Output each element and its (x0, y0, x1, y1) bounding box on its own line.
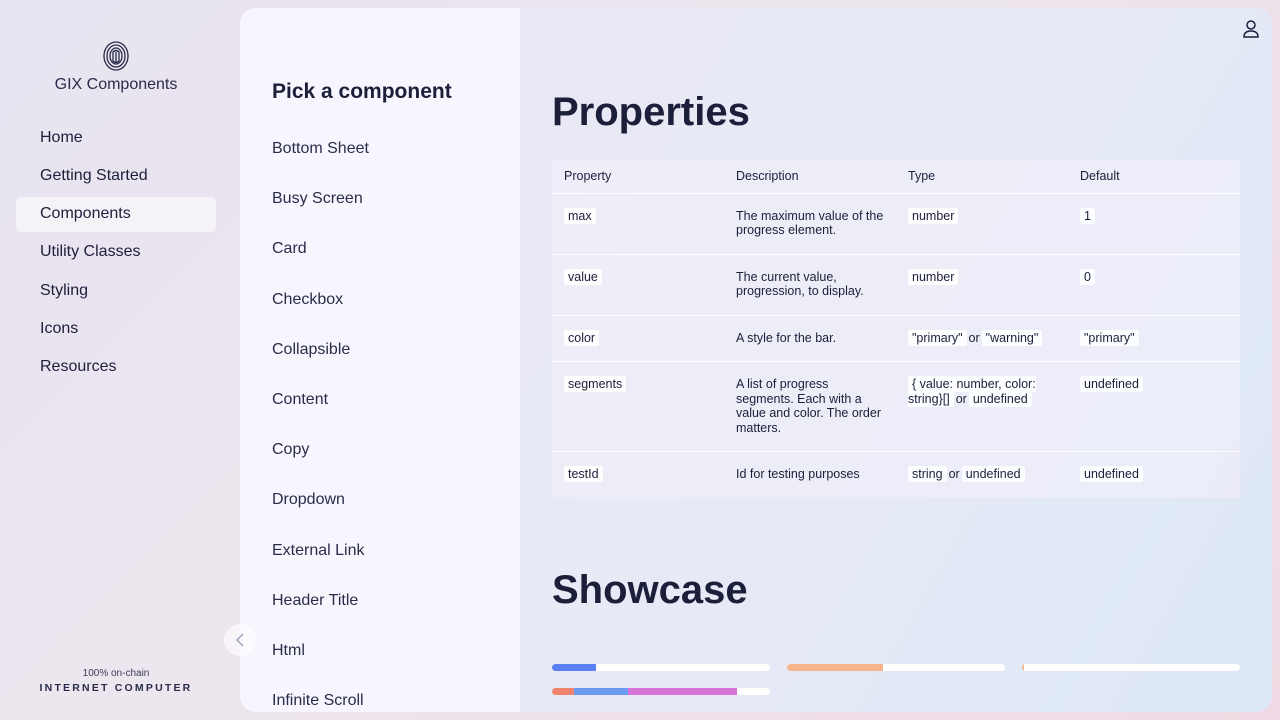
nav-item-utility-classes[interactable]: Utility Classes (16, 235, 216, 270)
property-name: value (564, 268, 602, 285)
component-link-copy[interactable]: Copy (272, 437, 369, 487)
description-cell: A list of progress segments. Each with a… (724, 361, 896, 452)
default-value: 1 (1080, 207, 1095, 224)
default-value: undefined (1080, 466, 1143, 482)
type-value: number (908, 207, 959, 224)
type-separator: or (968, 330, 980, 345)
nav-item-styling[interactable]: Styling (16, 273, 216, 308)
on-chain-label: 100% on-chain (82, 668, 150, 679)
internet-computer-badge[interactable]: 100% on-chain INTERNET COMPUTER (0, 668, 232, 694)
component-link-collapsible[interactable]: Collapsible (272, 337, 369, 387)
column-header: Description (724, 160, 896, 194)
nav-item-components[interactable]: Components (16, 196, 216, 232)
type-cell: { value: number, color: string}[] or undef… (896, 361, 1068, 452)
default-cell: undefined (1068, 452, 1240, 498)
description-cell: A style for the bar. (724, 315, 896, 362)
collapse-menu-button[interactable] (224, 624, 256, 656)
type-value: undefined (968, 390, 1032, 407)
progress-bar (1022, 664, 1240, 671)
internet-computer-label: INTERNET COMPUTER (39, 682, 193, 694)
properties-table: Property Description Type Default max The… (552, 160, 1240, 498)
component-link-infinite-scroll[interactable]: Infinite Scroll (272, 688, 369, 712)
type-separator: or (955, 391, 967, 406)
property-cell: testId (552, 452, 724, 498)
progress-bar (552, 664, 770, 671)
component-link-header-title[interactable]: Header Title (272, 588, 369, 638)
progress-segment (552, 664, 596, 671)
component-link-content[interactable]: Content (272, 387, 369, 437)
properties-heading: Properties (552, 90, 750, 134)
component-picker: Pick a component Bottom Sheet Busy Screen… (240, 8, 520, 712)
column-header: Type (896, 160, 1068, 194)
description-cell: Id for testing purposes (736, 467, 860, 481)
picker-title: Pick a component (272, 80, 452, 103)
default-cell: 0 (1068, 254, 1240, 316)
property-cell: segments (552, 361, 724, 452)
property-name: max (564, 207, 596, 224)
nav-item-icons[interactable]: Icons (16, 311, 216, 346)
default-value: 0 (1080, 268, 1095, 285)
type-separator: or (948, 467, 960, 481)
component-link-checkbox[interactable]: Checkbox (272, 287, 369, 337)
default-value: undefined (1080, 376, 1143, 392)
progress-bar (787, 664, 1005, 671)
table-row: value The current value, progression, to … (552, 254, 1240, 316)
progress-segment (787, 664, 883, 671)
progress-segment (1022, 664, 1024, 671)
main-navigation: GIX Components Home Getting Started Compon… (0, 0, 232, 720)
component-link-external-link[interactable]: External Link (272, 538, 369, 588)
type-value: undefined (961, 466, 1025, 482)
property-cell: value (552, 254, 724, 316)
component-link-bottom-sheet[interactable]: Bottom Sheet (272, 136, 369, 186)
property-name: testId (564, 466, 603, 482)
component-link-dropdown[interactable]: Dropdown (272, 487, 369, 537)
table-header-row: Property Description Type Default (552, 160, 1240, 194)
main-panel: Pick a component Bottom Sheet Busy Screen… (240, 8, 1272, 712)
type-cell: "primary" or "warning" (896, 315, 1068, 362)
progress-segment (628, 688, 738, 695)
column-header: Default (1068, 160, 1240, 194)
chevron-left-icon (236, 633, 244, 647)
type-value: string (908, 466, 947, 482)
progress-bar (552, 688, 770, 695)
type-cell: string or undefined (896, 452, 1068, 498)
component-link-card[interactable]: Card (272, 236, 369, 286)
component-list: Bottom Sheet Busy Screen Card Checkbox Colla… (272, 136, 369, 712)
property-name: segments (564, 376, 627, 392)
property-name: color (564, 329, 600, 346)
progress-segment (552, 688, 574, 695)
table-row: color A style for the bar. "primary" or "war… (552, 315, 1240, 362)
progress-segment (573, 688, 629, 695)
type-cell: number (896, 193, 1068, 255)
component-link-html[interactable]: Html (272, 638, 369, 688)
nav-item-home[interactable]: Home (16, 120, 216, 155)
table-row: max The maximum value of the progress ele… (552, 193, 1240, 255)
default-cell: "primary" (1068, 315, 1240, 362)
column-header: Property (552, 160, 724, 194)
type-value: "warning" (981, 329, 1043, 346)
nav-item-getting-started[interactable]: Getting Started (16, 158, 216, 193)
description-cell: The current value, progression, to displ… (724, 254, 896, 316)
default-cell: 1 (1068, 193, 1240, 255)
property-cell: color (552, 315, 724, 362)
type-cell: number (896, 254, 1068, 316)
app-title: GIX Components (54, 76, 178, 93)
default-value: "primary" (1080, 329, 1139, 346)
fingerprint-logo[interactable] (101, 40, 131, 72)
nav-menu: Home Getting Started Components Utility Cla… (16, 120, 216, 388)
nav-item-resources[interactable]: Resources (16, 350, 216, 385)
table-row: segments A list of progress segments. Eac… (552, 361, 1240, 452)
type-value: "primary" (908, 329, 967, 346)
user-icon[interactable] (1240, 18, 1262, 40)
type-value: number (908, 268, 959, 285)
description-cell: The maximum value of the progress elemen… (724, 193, 896, 255)
property-cell: max (552, 193, 724, 255)
properties-table-body: max The maximum value of the progress ele… (552, 193, 1240, 498)
component-link-busy-screen[interactable]: Busy Screen (272, 186, 369, 236)
default-cell: undefined (1068, 361, 1240, 452)
table-row: testId Id for testing purposes string or und… (552, 452, 1240, 498)
showcase-heading: Showcase (552, 568, 748, 612)
